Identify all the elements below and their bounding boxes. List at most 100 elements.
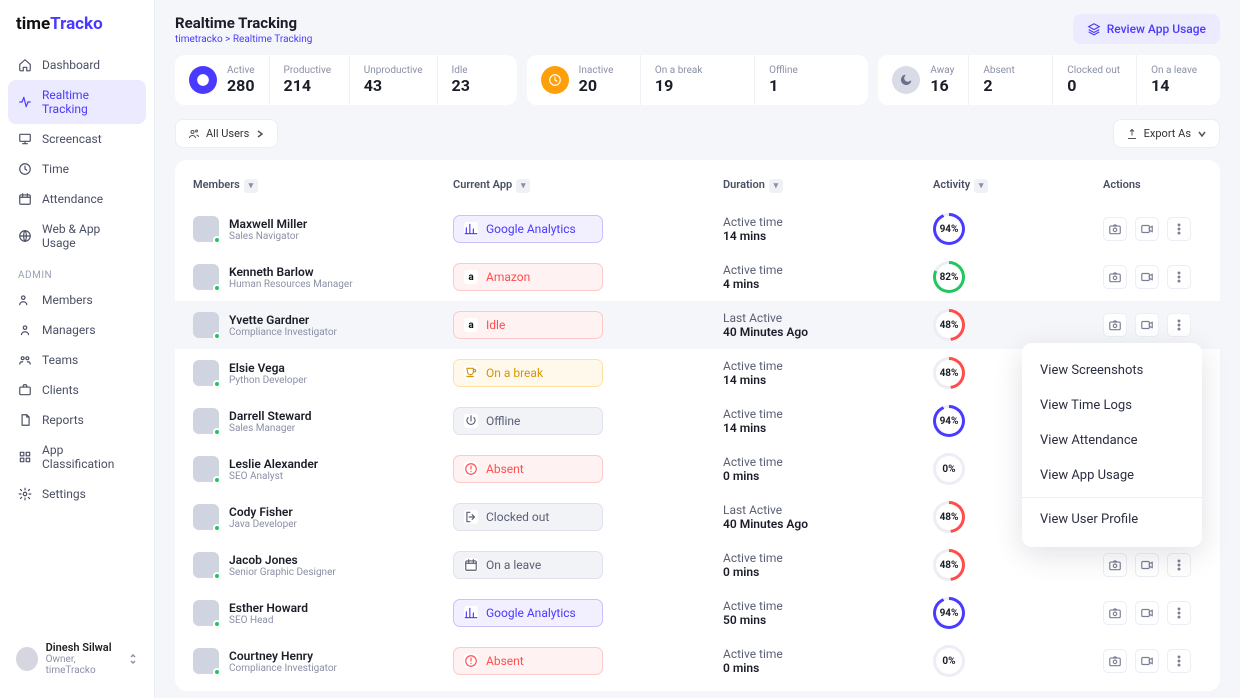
video-button[interactable] [1135, 649, 1159, 673]
member-name: Cody Fisher [229, 505, 297, 519]
clock-icon [18, 162, 32, 176]
profile-card[interactable]: Dinesh Silwal Owner, timeTracko [8, 633, 146, 684]
app-chip[interactable]: Google Analytics [453, 599, 603, 627]
duration-value: 0 mins [723, 469, 933, 483]
status-dot-icon [213, 572, 221, 580]
stat-on-a-break[interactable]: On a break19 [641, 55, 755, 105]
layers-icon [1087, 22, 1101, 36]
more-button[interactable] [1167, 313, 1191, 337]
sidebar-item-time[interactable]: Time [8, 154, 146, 184]
menu-item[interactable]: View User Profile [1022, 502, 1202, 537]
duration-label: Last Active [723, 503, 933, 517]
member-avatar [193, 408, 219, 434]
duration-label: Active time [723, 647, 933, 661]
stat-offline[interactable]: Offline1 [755, 55, 868, 105]
sort-icon[interactable]: ▾ [974, 179, 988, 193]
app-chip[interactable]: aAmazon [453, 263, 603, 291]
video-button[interactable] [1135, 217, 1159, 241]
duration-label: Last Active [723, 311, 933, 325]
stat-active[interactable]: Active280 [175, 55, 270, 105]
sidebar-item-label: Attendance [42, 192, 103, 206]
video-button[interactable] [1135, 265, 1159, 289]
screenshot-button[interactable] [1103, 649, 1127, 673]
app-name: Absent [486, 654, 524, 668]
stat-inactive[interactable]: Inactive20 [527, 55, 641, 105]
screenshot-button[interactable] [1103, 265, 1127, 289]
sidebar-item-realtime-tracking[interactable]: Realtime Tracking [8, 80, 146, 124]
video-button[interactable] [1135, 313, 1159, 337]
col-members[interactable]: Members [193, 178, 240, 191]
col-activity[interactable]: Activity [933, 178, 970, 191]
menu-item[interactable]: View App Usage [1022, 458, 1202, 493]
menu-item[interactable]: View Time Logs [1022, 388, 1202, 423]
page-title: Realtime Tracking [175, 14, 312, 32]
stat-unproductive[interactable]: Unproductive43 [350, 55, 438, 105]
app-chip[interactable]: Absent [453, 647, 603, 675]
stat-on-a-leave[interactable]: On a leave14 [1137, 55, 1220, 105]
alert-icon [464, 654, 478, 668]
stat-value: 214 [284, 76, 331, 95]
more-button[interactable] [1167, 217, 1191, 241]
more-button[interactable] [1167, 265, 1191, 289]
sidebar-item-teams[interactable]: Teams [8, 345, 146, 375]
breadcrumb[interactable]: timetracko > Realtime Tracking [175, 34, 312, 45]
app-chip[interactable]: Google Analytics [453, 215, 603, 243]
member-name: Yvette Gardner [229, 313, 337, 327]
col-app[interactable]: Current App [453, 178, 512, 191]
screenshot-button[interactable] [1103, 601, 1127, 625]
app-name: On a leave [486, 558, 541, 572]
col-duration[interactable]: Duration [723, 178, 765, 191]
review-app-usage-button[interactable]: Review App Usage [1073, 14, 1220, 44]
sidebar-item-managers[interactable]: Managers [8, 315, 146, 345]
filter-all-users[interactable]: All Users [175, 119, 278, 148]
screenshot-button[interactable] [1103, 553, 1127, 577]
stat-away[interactable]: Away16 [878, 55, 969, 105]
more-button[interactable] [1167, 649, 1191, 673]
sidebar-item-screencast[interactable]: Screencast [8, 124, 146, 154]
app-chip[interactable]: aIdle [453, 311, 603, 339]
sidebar-item-label: Teams [42, 353, 78, 367]
sidebar-item-settings[interactable]: Settings [8, 479, 146, 509]
video-button[interactable] [1135, 601, 1159, 625]
table-row: Maxwell MillerSales Navigator Google Ana… [175, 205, 1220, 253]
sidebar-item-attendance[interactable]: Attendance [8, 184, 146, 214]
stat-value: 23 [452, 76, 470, 95]
app-chip[interactable]: On a break [453, 359, 603, 387]
video-button[interactable] [1135, 553, 1159, 577]
sort-icon[interactable]: ▾ [769, 179, 783, 193]
app-name: Absent [486, 462, 524, 476]
duration-value: 14 mins [723, 421, 933, 435]
stat-absent[interactable]: Absent2 [969, 55, 1053, 105]
menu-item[interactable]: View Attendance [1022, 423, 1202, 458]
export-button[interactable]: Export As [1113, 119, 1220, 148]
duration-value: 50 mins [723, 613, 933, 627]
activity-pct: 94% [940, 224, 959, 235]
sidebar-item-dashboard[interactable]: Dashboard [8, 50, 146, 80]
screenshot-button[interactable] [1103, 217, 1127, 241]
sidebar-item-reports[interactable]: Reports [8, 405, 146, 435]
more-button[interactable] [1167, 601, 1191, 625]
stat-value: 14 [1151, 76, 1197, 95]
sort-icon[interactable]: ▾ [244, 179, 258, 193]
stat-productive[interactable]: Productive214 [270, 55, 350, 105]
stat-idle[interactable]: Idle23 [438, 55, 517, 105]
sidebar-item-web-app-usage[interactable]: Web & App Usage [8, 214, 146, 258]
stat-clocked-out[interactable]: Clocked out0 [1053, 55, 1137, 105]
sort-icon[interactable]: ▾ [516, 179, 530, 193]
member-role: SEO Analyst [229, 471, 318, 482]
activity-pct: 0% [942, 656, 955, 667]
app-chip[interactable]: Clocked out [453, 503, 603, 531]
app-chip[interactable]: Absent [453, 455, 603, 483]
app-chip[interactable]: On a leave [453, 551, 603, 579]
col-actions: Actions [1103, 178, 1141, 191]
sidebar-item-members[interactable]: Members [8, 285, 146, 315]
app-chip[interactable]: Offline [453, 407, 603, 435]
sidebar-item-clients[interactable]: Clients [8, 375, 146, 405]
table-row: Esther HowardSEO Head Google Analytics A… [175, 589, 1220, 637]
sidebar-item-label: Screencast [42, 132, 102, 146]
sidebar-item-app-classification[interactable]: App Classification [8, 435, 146, 479]
menu-item[interactable]: View Screenshots [1022, 353, 1202, 388]
more-button[interactable] [1167, 553, 1191, 577]
screenshot-button[interactable] [1103, 313, 1127, 337]
sidebar-item-label: Realtime Tracking [42, 88, 136, 116]
